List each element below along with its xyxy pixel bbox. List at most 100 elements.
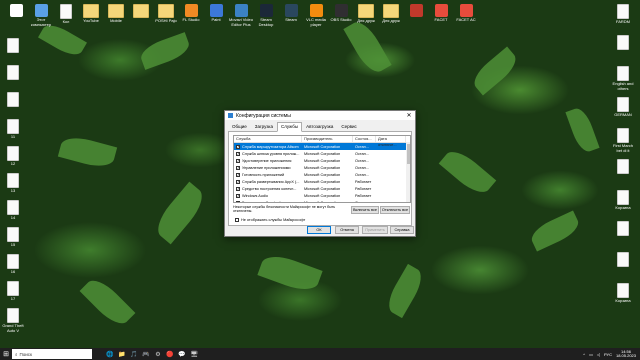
desktop-icon[interactable]: Movavi Video Editor Plus xyxy=(228,4,254,27)
taskbar-app-icon[interactable]: 📁 xyxy=(116,348,128,360)
network-icon[interactable]: ▭ xyxy=(589,352,593,357)
service-row[interactable]: ✓ Управление приложениями Microsoft Corpor… xyxy=(234,164,410,171)
desktop-icon[interactable]: 14 xyxy=(0,200,26,221)
desktop-icon[interactable] xyxy=(128,4,154,19)
hide-ms-checkbox[interactable] xyxy=(235,218,239,222)
desktop-icon[interactable]: 17 xyxy=(0,281,26,302)
folder-icon xyxy=(83,4,99,18)
desktop-icon[interactable] xyxy=(0,38,26,54)
disable-all-button[interactable]: Отключить все xyxy=(380,206,410,214)
service-row[interactable]: ✓ Средство построения конечн... Microsoft … xyxy=(234,185,410,192)
desktop-icon[interactable] xyxy=(0,92,26,108)
hide-microsoft-services[interactable]: Не отображать службы Майкрософт xyxy=(233,218,305,222)
desktop-icon[interactable]: Корзина xyxy=(610,283,636,304)
column-status[interactable]: Состоя... xyxy=(353,136,376,142)
desktop-icon[interactable]: VLC media player xyxy=(303,4,329,27)
service-checkbox[interactable]: ✓ xyxy=(236,179,240,184)
enable-all-button[interactable]: Включить все xyxy=(351,206,379,214)
desktop-icon[interactable]: OBS Studio xyxy=(328,4,354,23)
desktop-icon[interactable]: Grand Theft Auto V xyxy=(0,308,26,333)
column-vendor[interactable]: Производитель xyxy=(302,136,353,142)
scrollbar-thumb[interactable] xyxy=(406,144,410,164)
taskbar-app-icon[interactable]: 🖥 xyxy=(188,348,200,360)
desktop-icon-label: FARDM xyxy=(616,19,630,24)
desktop-icon[interactable]: 11 xyxy=(0,119,26,140)
desktop-icon[interactable]: FARDM xyxy=(610,4,636,25)
taskbar-search[interactable]: ⌕ Поиск xyxy=(12,349,92,359)
app-icon xyxy=(284,4,298,17)
column-disabled-date[interactable]: Дата отключе... xyxy=(376,136,406,147)
desktop-icon[interactable]: Для друж xyxy=(353,4,379,24)
desktop-icon[interactable]: Mobile xyxy=(103,4,129,24)
service-checkbox[interactable]: ✓ xyxy=(236,186,240,191)
start-button[interactable]: ⊞ xyxy=(0,348,12,360)
desktop-icon[interactable]: FACET AC xyxy=(453,4,479,23)
taskbar-app-icon[interactable]: 💬 xyxy=(176,348,188,360)
desktop-icon[interactable]: YouTube xyxy=(78,4,104,24)
desktop-icon[interactable]: 13 xyxy=(0,173,26,194)
taskbar-app-icon[interactable]: 🌐 xyxy=(104,348,116,360)
service-checkbox[interactable]: ✓ xyxy=(236,151,240,156)
desktop-icon[interactable]: Steam Desktop xyxy=(253,4,279,27)
close-icon[interactable]: ✕ xyxy=(403,112,415,119)
dialog-titlebar[interactable]: Конфигурация системы ✕ xyxy=(225,111,415,120)
cancel-button[interactable]: Отмена xyxy=(335,226,359,234)
service-row[interactable]: ✓ Служба шлюза уровня прилож... Microsoft … xyxy=(234,150,410,157)
desktop-icon[interactable]: 15 xyxy=(0,227,26,248)
app-icon xyxy=(9,4,23,17)
service-row[interactable]: ✓ Готовность приложений Microsoft Corporat… xyxy=(234,171,410,178)
desktop-icon[interactable]: 12 xyxy=(0,146,26,167)
taskbar-app-icon[interactable]: 🎵 xyxy=(128,348,140,360)
desktop-icon[interactable]: POSHI Pajo xyxy=(153,4,179,24)
service-row[interactable]: ✓ Вход в кто-нибудь(всё связи Microsoft Co… xyxy=(234,199,410,203)
desktop-icon[interactable] xyxy=(403,4,429,18)
desktop-icon[interactable] xyxy=(610,252,636,268)
services-list[interactable]: Служба Производитель Состоя... Дата откл… xyxy=(233,135,411,203)
desktop-icon[interactable]: English and others xyxy=(610,66,636,91)
desktop-icon[interactable]: Кол xyxy=(53,4,79,25)
service-vendor: Microsoft Corporation xyxy=(304,200,341,203)
help-button[interactable]: Справка xyxy=(390,226,414,234)
column-service[interactable]: Служба xyxy=(234,136,302,142)
taskbar-app-icon[interactable]: ⚙ xyxy=(152,348,164,360)
language-indicator[interactable]: РУС xyxy=(604,352,612,357)
tab-tools[interactable]: Сервис xyxy=(337,122,360,131)
chevron-up-icon[interactable]: ^ xyxy=(583,352,585,357)
apply-button[interactable]: Применить xyxy=(362,226,388,234)
tab-services[interactable]: Службы xyxy=(277,122,303,132)
desktop-icon[interactable]: 16 xyxy=(0,254,26,275)
volume-icon[interactable]: ◁ xyxy=(597,352,600,357)
taskbar-app-icon[interactable]: 🔴 xyxy=(164,348,176,360)
desktop-icon[interactable]: FL Studio xyxy=(178,4,204,23)
service-row[interactable]: ✓ Удостоверение приложения Microsoft Corpo… xyxy=(234,157,410,164)
desktop-icon[interactable]: Paint xyxy=(203,4,229,23)
desktop-icon[interactable]: GERMAN xyxy=(610,97,636,118)
services-scrollbar[interactable] xyxy=(406,142,410,202)
tab-startup[interactable]: Автозагрузка xyxy=(302,122,337,131)
desktop-icon[interactable]: First March bet di it xyxy=(610,128,636,153)
service-vendor: Microsoft Corporation xyxy=(304,151,341,156)
desktop-icon[interactable] xyxy=(610,35,636,51)
service-checkbox[interactable]: ✓ xyxy=(236,172,240,177)
clock[interactable]: 14:56 18.05.2023 xyxy=(616,349,636,359)
tab-boot[interactable]: Загрузка xyxy=(251,122,277,131)
service-checkbox[interactable]: ✓ xyxy=(236,193,240,198)
taskbar-app-icon[interactable]: 🎮 xyxy=(140,348,152,360)
service-row[interactable]: ✓ Служба развертывания AppX (... Microsoft… xyxy=(234,178,410,185)
service-checkbox[interactable]: ✓ xyxy=(236,158,240,163)
desktop-icon[interactable] xyxy=(610,159,636,175)
service-checkbox[interactable]: ✓ xyxy=(236,144,240,149)
service-checkbox[interactable]: ✓ xyxy=(236,165,240,170)
service-row[interactable]: ✓ Windows Audio Microsoft Corporation Работ… xyxy=(234,192,410,199)
desktop-icon[interactable]: Корзина xyxy=(610,190,636,211)
ok-button[interactable]: ОК xyxy=(307,226,331,234)
desktop-icon[interactable] xyxy=(610,221,636,237)
service-checkbox[interactable]: ✓ xyxy=(236,200,240,202)
desktop-icon[interactable] xyxy=(3,4,29,18)
desktop-icon[interactable]: Steam xyxy=(278,4,304,23)
desktop-icon[interactable]: Этот компьютер xyxy=(28,4,54,27)
desktop-icon[interactable]: FACET xyxy=(428,4,454,23)
tab-general[interactable]: Общие xyxy=(228,122,251,131)
desktop-icon[interactable]: Для друж xyxy=(378,4,404,24)
desktop-icon[interactable] xyxy=(0,65,26,81)
